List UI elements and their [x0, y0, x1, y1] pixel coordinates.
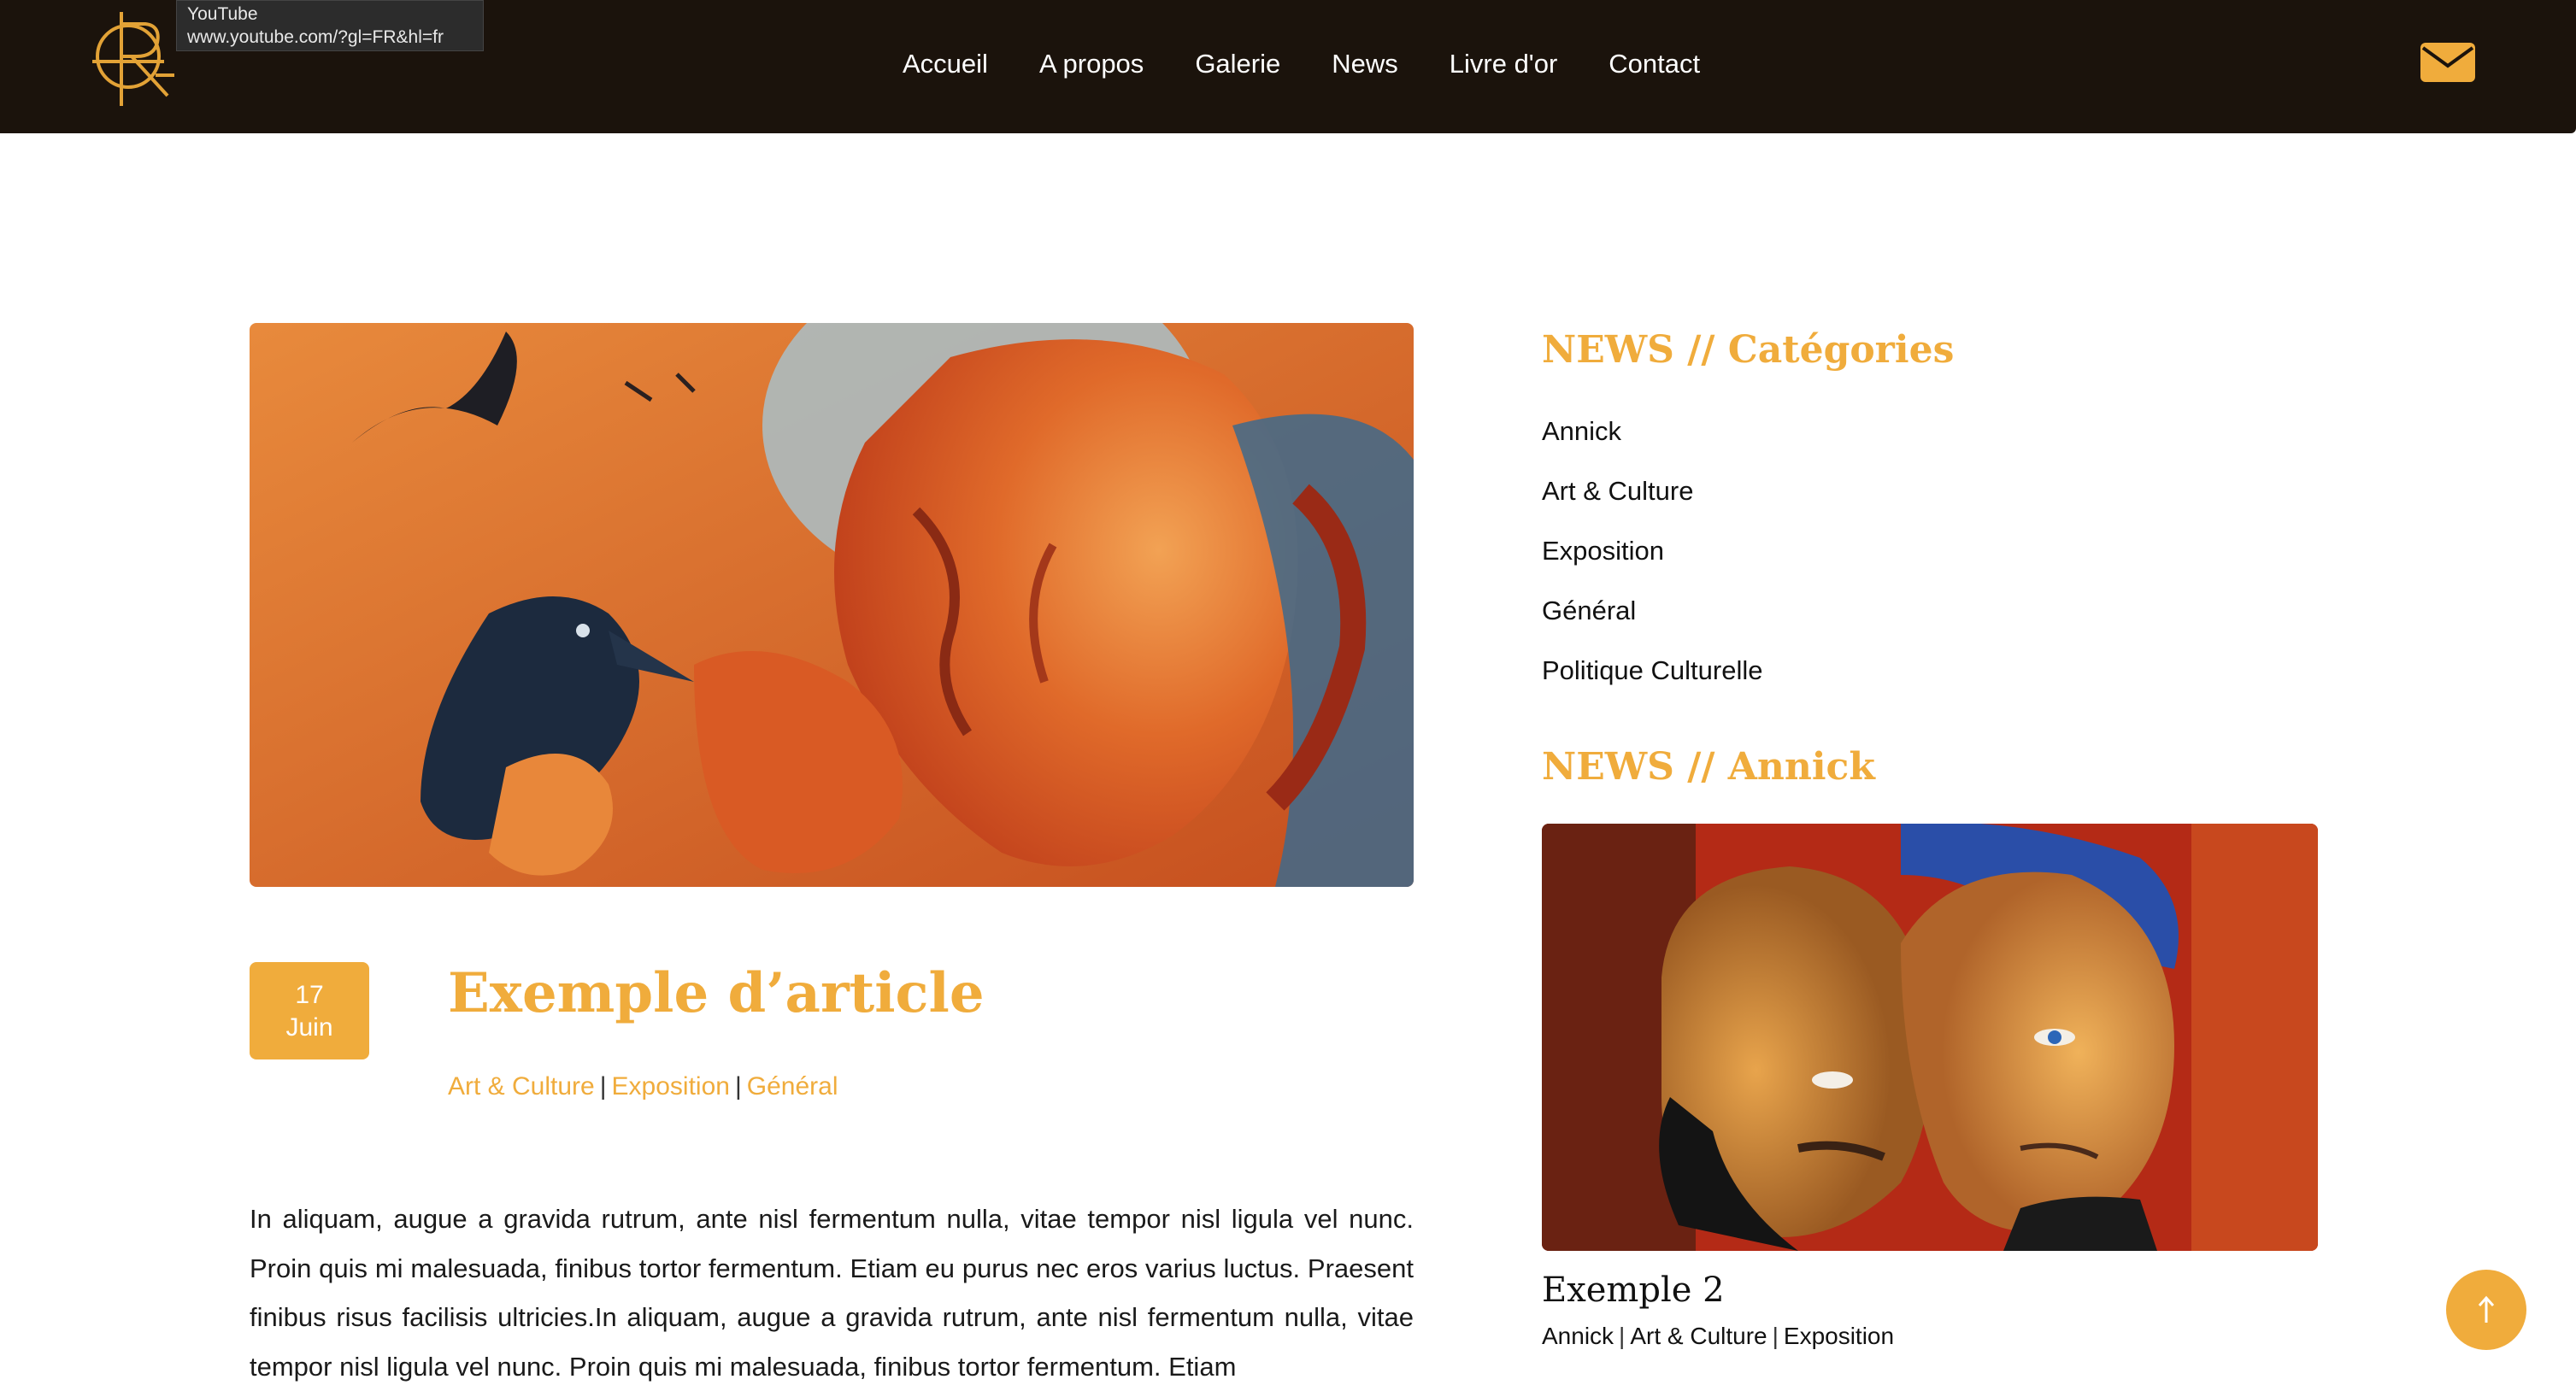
sidebar-post-title[interactable]: Exemple 2: [1542, 1265, 1725, 1316]
article-category-link[interactable]: Général: [747, 1072, 838, 1100]
link-tooltip: YouTube www.youtube.com/?gl=FR&hl=fr: [176, 0, 484, 51]
main-nav: Accueil A propos Galerie News Livre d'or…: [903, 44, 1751, 84]
article-hero-image: [250, 323, 1414, 887]
nav-item-livre-dor[interactable]: Livre d'or: [1450, 44, 1558, 84]
sidebar-category-art-culture[interactable]: Art & Culture: [1542, 461, 1762, 521]
sidebar-post-image[interactable]: [1542, 824, 2318, 1251]
article-category-link[interactable]: Exposition: [612, 1072, 730, 1100]
arrow-up-icon: [2478, 1295, 2495, 1323]
tooltip-url: www.youtube.com/?gl=FR&hl=fr: [187, 27, 444, 47]
sidebar-annick-heading: NEWS // Annick: [1542, 745, 1875, 789]
category-separator: |: [1619, 1323, 1626, 1349]
article-categories: Art & Culture | Exposition | Général: [448, 1068, 838, 1106]
category-separator: |: [734, 1072, 742, 1100]
site-header: YouTube www.youtube.com/?gl=FR&hl=fr Acc…: [0, 0, 2576, 133]
envelope-icon[interactable]: [2420, 43, 2475, 82]
article-body: In aliquam, augue a gravida rutrum, ante…: [250, 1204, 1414, 1382]
nav-item-a-propos[interactable]: A propos: [1039, 44, 1144, 84]
article-title: Exemple d’article: [448, 961, 985, 1025]
nav-item-galerie[interactable]: Galerie: [1195, 44, 1280, 84]
sidebar-category-list: Annick Art & Culture Exposition Général …: [1542, 402, 1762, 701]
sidebar-post-category-link[interactable]: Exposition: [1784, 1323, 1894, 1349]
date-badge: 17 Juin: [250, 962, 369, 1059]
sidebar-category-exposition[interactable]: Exposition: [1542, 521, 1762, 581]
article-category-link[interactable]: Art & Culture: [448, 1072, 595, 1100]
site-logo[interactable]: [89, 7, 179, 108]
nav-item-contact[interactable]: Contact: [1609, 44, 1700, 84]
nav-item-news[interactable]: News: [1332, 44, 1398, 84]
category-separator: |: [1772, 1323, 1779, 1349]
sidebar-category-general[interactable]: Général: [1542, 581, 1762, 641]
nav-item-accueil[interactable]: Accueil: [903, 44, 988, 84]
date-month: Juin: [285, 1013, 333, 1042]
sidebar-category-annick[interactable]: Annick: [1542, 402, 1762, 461]
sidebar-category-politique-culturelle[interactable]: Politique Culturelle: [1542, 641, 1762, 701]
sidebar-post-categories: Annick | Art & Culture | Exposition: [1542, 1319, 1894, 1353]
sidebar-post-category-link[interactable]: Annick: [1542, 1323, 1614, 1349]
tooltip-title: YouTube: [187, 4, 258, 24]
sidebar-categories-heading: NEWS // Catégories: [1542, 328, 1955, 372]
date-day: 17: [295, 981, 324, 1009]
scroll-to-top-button[interactable]: [2446, 1270, 2526, 1350]
category-separator: |: [599, 1072, 607, 1100]
sidebar-post-category-link[interactable]: Art & Culture: [1630, 1323, 1767, 1349]
